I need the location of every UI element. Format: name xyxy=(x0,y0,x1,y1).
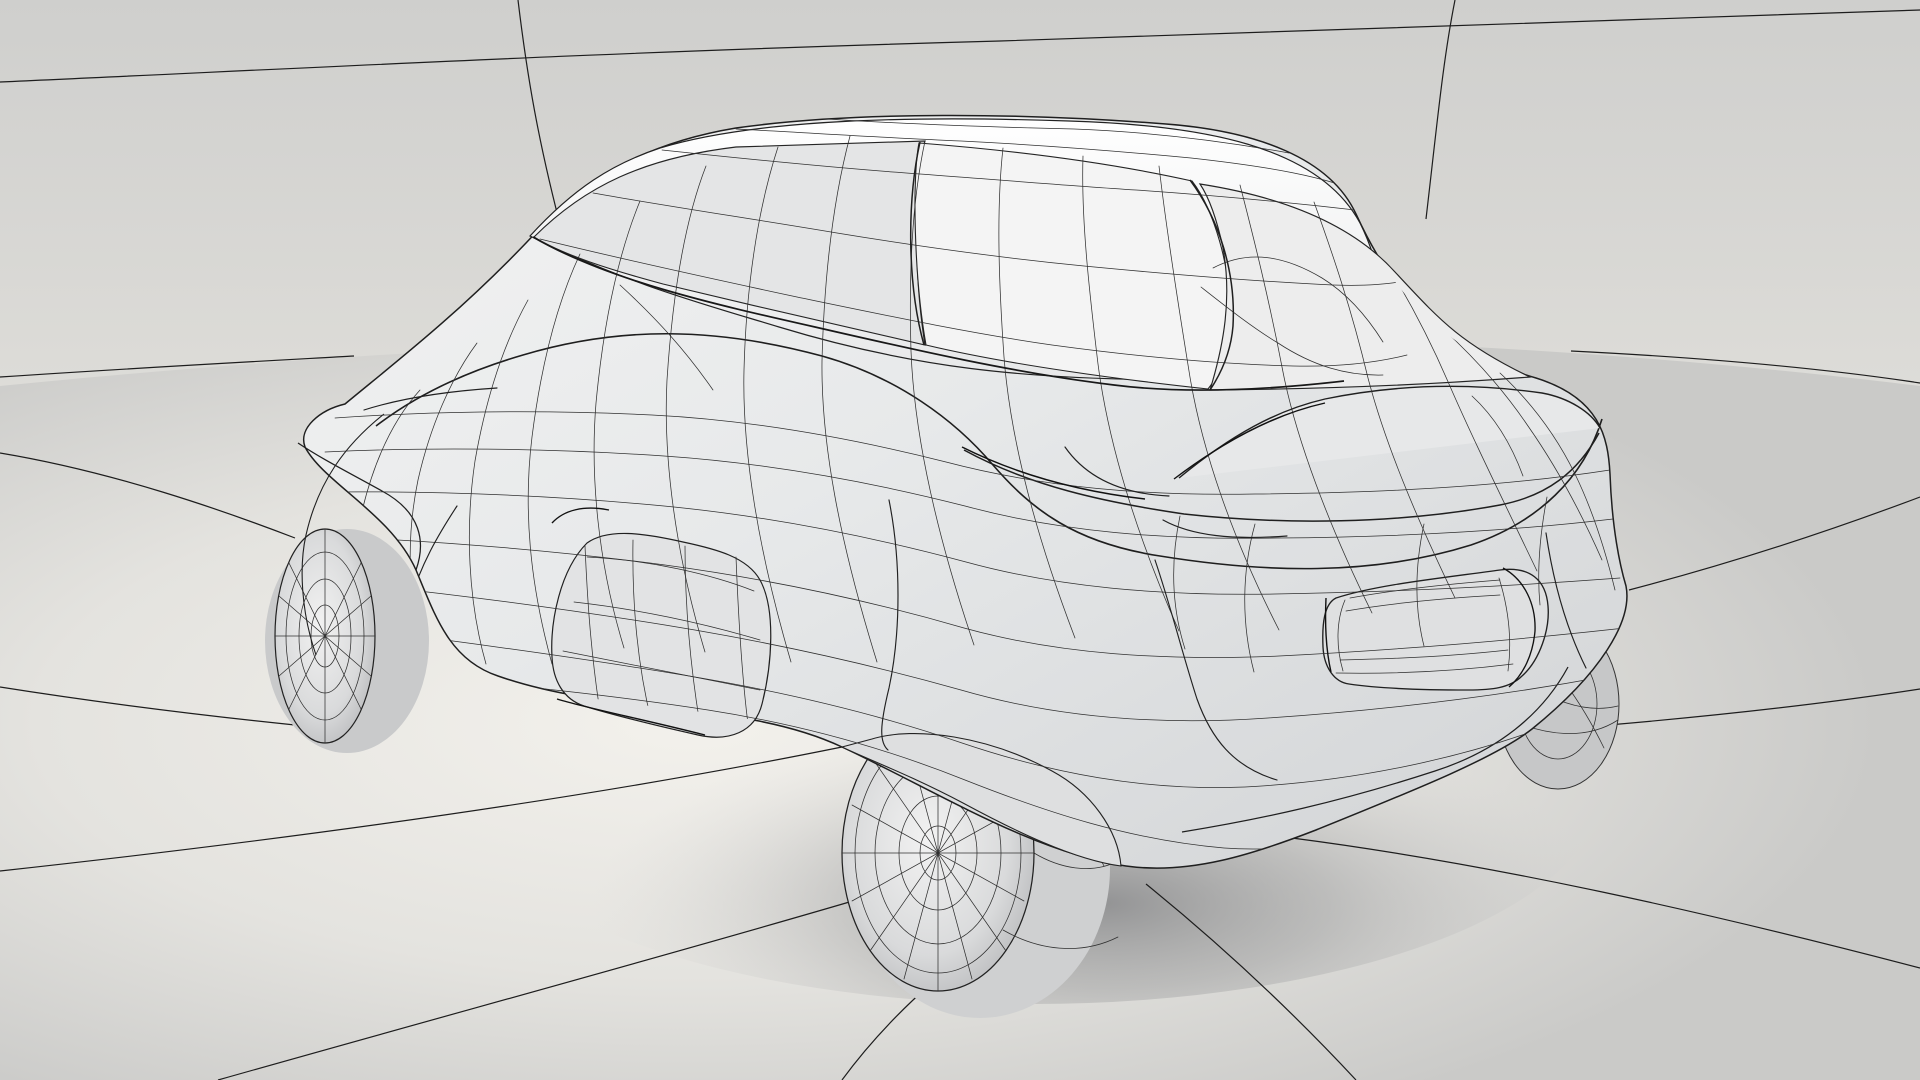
wireframe-car-render xyxy=(0,0,1920,1080)
viewport xyxy=(0,0,1920,1080)
front-left-wheel xyxy=(265,528,429,753)
